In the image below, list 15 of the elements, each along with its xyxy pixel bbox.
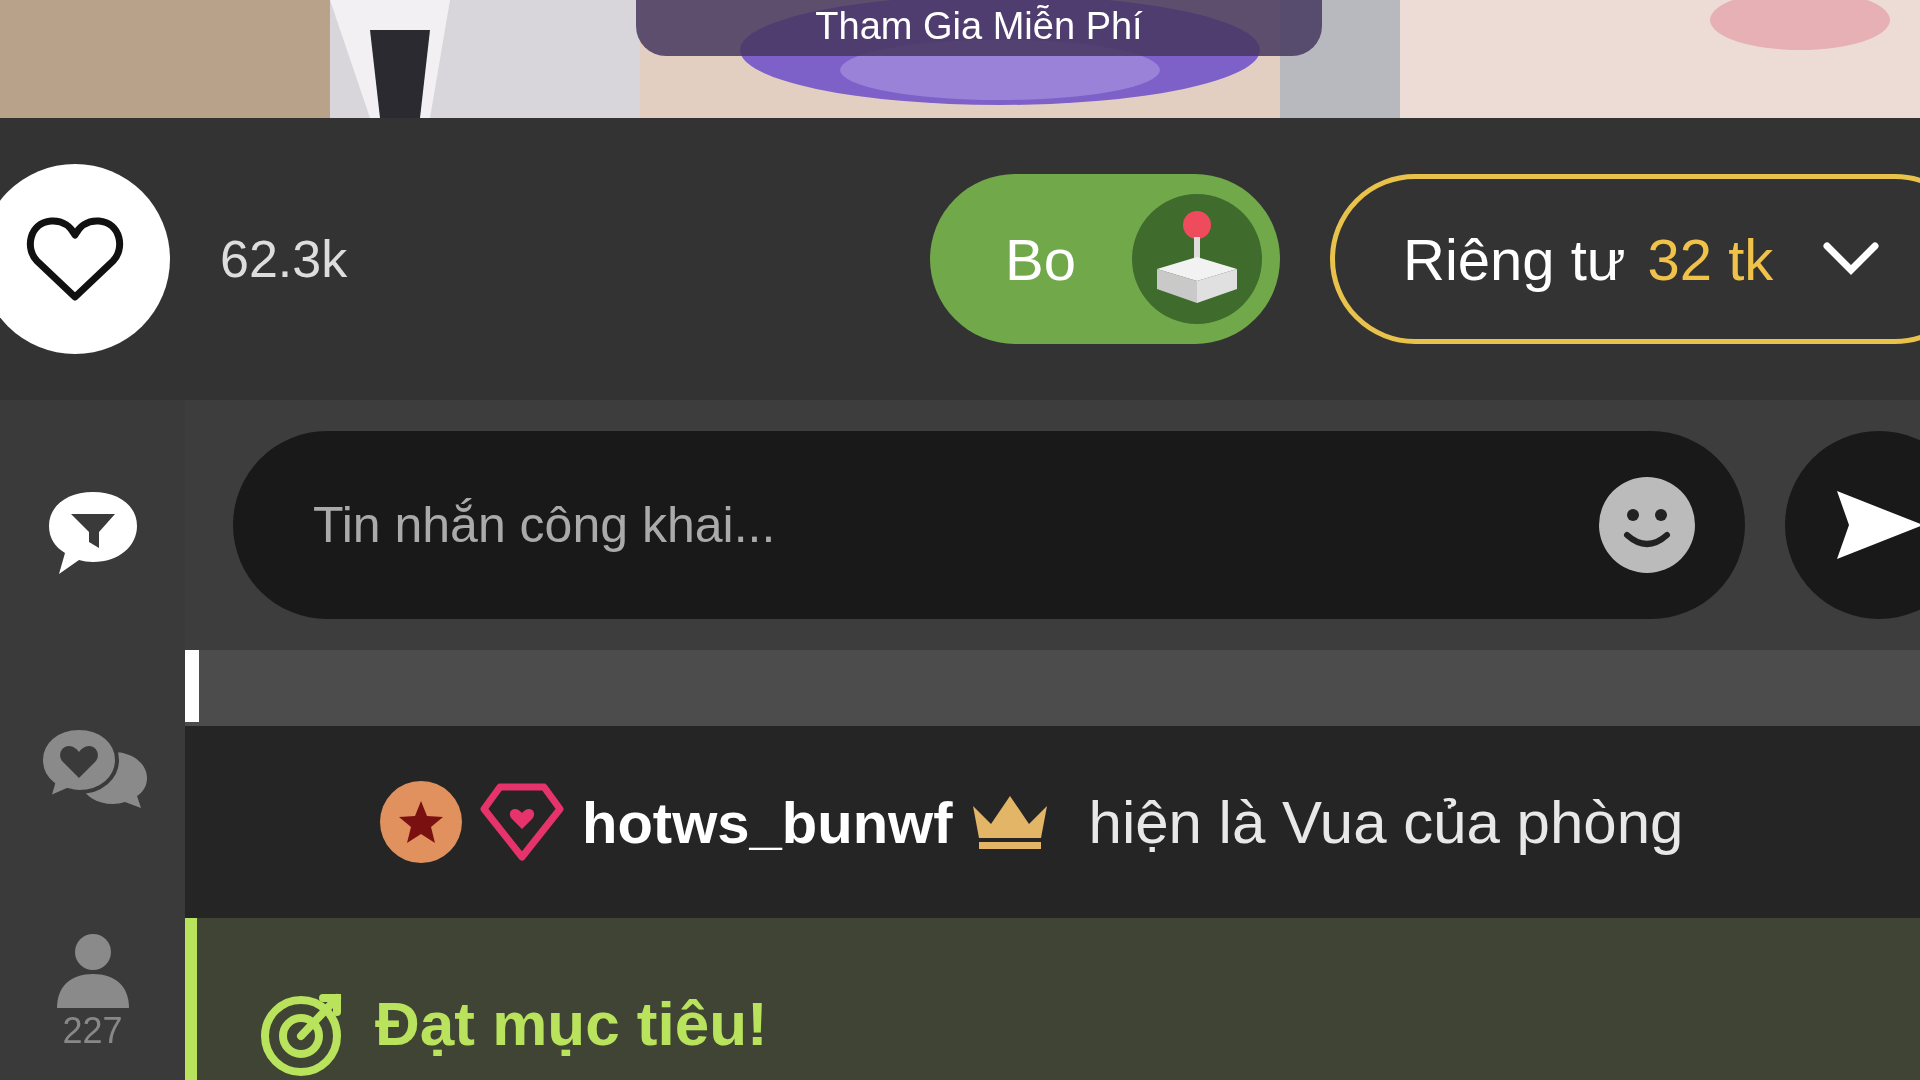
send-icon <box>1835 489 1920 561</box>
private-show-dropdown[interactable]: Riêng tư 32 tk <box>1330 174 1920 344</box>
heart-icon <box>25 215 125 303</box>
like-count: 62.3k <box>220 229 348 289</box>
message-text: hiện là Vua của phòng <box>1088 787 1684 857</box>
crown-icon <box>970 794 1049 850</box>
chevron-down-icon <box>1823 242 1880 276</box>
join-free-button[interactable]: Tham Gia Miễn Phí <box>636 0 1322 56</box>
smiley-icon[interactable] <box>1599 477 1695 573</box>
username[interactable]: hotws_bunwf <box>582 788 953 856</box>
diamond-heart-icon <box>480 783 564 861</box>
scroll-marker <box>185 650 199 722</box>
goal-text: Đạt mục tiêu! <box>375 988 768 1059</box>
star-badge-icon <box>380 781 462 863</box>
message-input[interactable]: Tin nhắn công khai... <box>233 431 1745 619</box>
